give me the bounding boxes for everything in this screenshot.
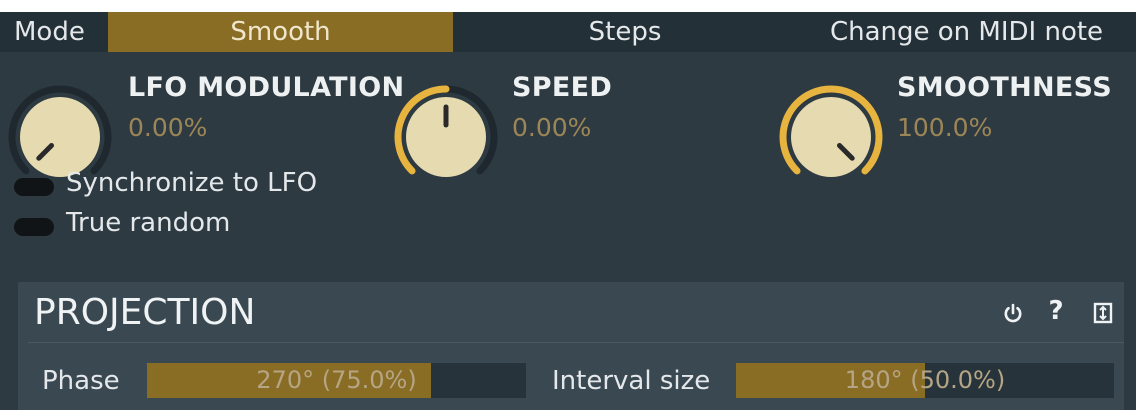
phase-label: Phase [42, 366, 120, 396]
interval-size-label: Interval size [552, 366, 711, 396]
speed-value[interactable]: 0.00% [512, 113, 591, 142]
expand-icon[interactable] [1090, 300, 1116, 326]
mode-tab-smooth[interactable]: Smooth [108, 12, 453, 52]
synchronize-to-lfo-toggle[interactable] [14, 178, 54, 196]
smoothness-knob[interactable] [779, 85, 883, 189]
interval-size-slider[interactable]: 180° (50.0%) [736, 363, 1114, 398]
mode-label: Mode [14, 17, 85, 47]
phase-slider[interactable]: 270° (75.0%) [147, 363, 526, 398]
help-icon[interactable]: ? [1043, 296, 1069, 326]
interval-size-value: 180° (50.0%) [844, 366, 1006, 394]
lfo-modulation-value[interactable]: 0.00% [128, 113, 207, 142]
true-random-label[interactable]: True random [66, 208, 230, 238]
phase-value: 270° (75.0%) [256, 366, 417, 394]
smoothness-value[interactable]: 100.0% [897, 113, 992, 142]
projection-divider [28, 342, 1124, 343]
synchronize-to-lfo-label[interactable]: Synchronize to LFO [66, 168, 317, 198]
knob-body [791, 97, 871, 177]
knob-body [20, 97, 100, 177]
top-strip [0, 0, 1136, 12]
mode-tab-steps[interactable]: Steps [453, 12, 797, 52]
power-icon[interactable] [1000, 300, 1026, 326]
smoothness-title: SMOOTHNESS [897, 72, 1112, 103]
speed-knob[interactable] [394, 85, 498, 189]
projection-title: PROJECTION [34, 292, 256, 333]
lfo-modulation-title: LFO MODULATION [128, 72, 405, 103]
mode-tab-change-on-midi-note[interactable]: Change on MIDI note [797, 12, 1136, 52]
speed-title: SPEED [512, 72, 613, 103]
true-random-toggle[interactable] [14, 218, 54, 236]
